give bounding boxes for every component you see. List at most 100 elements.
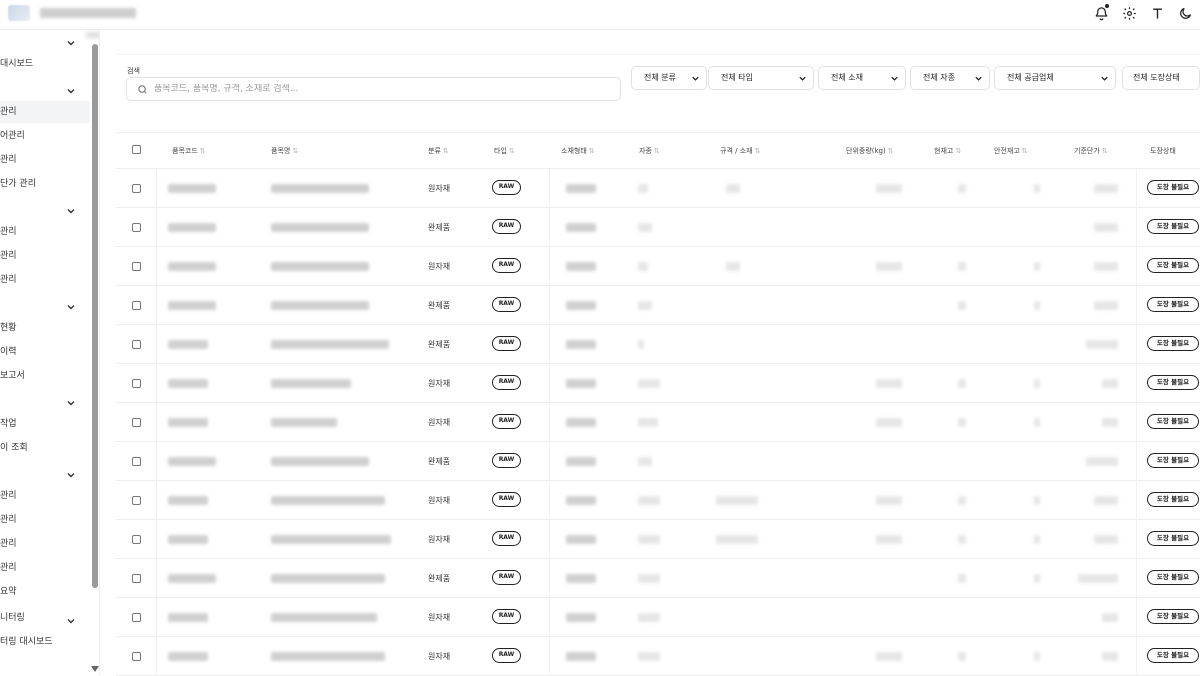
row-checkbox[interactable] xyxy=(132,340,141,349)
table-row[interactable]: 원자재 RAW 도장 불필요 xyxy=(116,598,1200,637)
sidebar-item[interactable]: 작업 xyxy=(0,413,90,435)
sidebar-group-header[interactable] xyxy=(0,461,90,483)
material-filter-select[interactable]: 전체 소재 xyxy=(818,66,906,90)
row-checkbox[interactable] xyxy=(132,535,141,544)
supplier-filter-select[interactable]: 전체 공급업체 xyxy=(994,66,1116,90)
sidebar-item[interactable]: 요약 xyxy=(0,581,90,603)
sort-icon[interactable]: ⇅ xyxy=(654,147,660,155)
sidebar-item[interactable]: 어관리 xyxy=(0,125,90,147)
sidebar-group-header[interactable] xyxy=(0,197,90,219)
sidebar-scrollbar[interactable] xyxy=(92,44,98,588)
dark-mode-icon[interactable] xyxy=(1176,4,1194,22)
bell-icon[interactable] xyxy=(1092,4,1110,22)
search-box[interactable] xyxy=(126,77,621,101)
column-header[interactable]: 도장상태 xyxy=(1150,146,1176,156)
row-checkbox[interactable] xyxy=(132,184,141,193)
row-checkbox[interactable] xyxy=(132,652,141,661)
type-badge: RAW xyxy=(492,609,521,624)
table-row[interactable]: 완제품 RAW 도장 불필요 xyxy=(116,442,1200,481)
sidebar-item[interactable]: 관리 xyxy=(0,485,90,507)
sidebar-item[interactable]: 이 조회 xyxy=(0,437,90,459)
table-row[interactable]: 원자재 RAW 도장 불필요 xyxy=(116,637,1200,676)
row-checkbox[interactable] xyxy=(132,418,141,427)
table-row[interactable]: 완제품 RAW 도장 불필요 xyxy=(116,208,1200,247)
select-all-checkbox[interactable] xyxy=(132,145,141,154)
sidebar-item[interactable]: 보고서 xyxy=(0,365,90,387)
table-row[interactable]: 원자재 RAW 도장 불필요 xyxy=(116,481,1200,520)
row-checkbox[interactable] xyxy=(132,379,141,388)
sidebar-item[interactable]: 관리 xyxy=(0,221,90,243)
row-checkbox[interactable] xyxy=(132,262,141,271)
redacted-cell xyxy=(638,418,658,427)
sidebar-item[interactable]: 관리 xyxy=(0,557,90,579)
row-checkbox[interactable] xyxy=(132,457,141,466)
sort-icon[interactable]: ⇅ xyxy=(955,147,961,155)
table-row[interactable]: 원자재 RAW 도장 불필요 xyxy=(116,169,1200,208)
sort-icon[interactable]: ⇅ xyxy=(1102,147,1108,155)
redacted-cell xyxy=(638,574,660,583)
sort-icon[interactable]: ⇅ xyxy=(443,147,449,155)
sort-icon[interactable]: ⇅ xyxy=(1022,147,1028,155)
column-header[interactable]: 타입 ⇅ xyxy=(494,146,515,156)
redacted-cell xyxy=(1034,574,1040,583)
row-checkbox[interactable] xyxy=(132,223,141,232)
sort-icon[interactable]: ⇅ xyxy=(755,147,761,155)
sidebar-item[interactable]: 관리 xyxy=(0,245,90,267)
row-checkbox[interactable] xyxy=(132,301,141,310)
sidebar-item[interactable]: 터링 대시보드 xyxy=(0,631,90,653)
column-header[interactable]: 규격 / 소재 ⇅ xyxy=(720,146,760,156)
redacted-cell xyxy=(958,262,966,271)
column-header[interactable]: 단위중량(kg) ⇅ xyxy=(846,146,894,156)
sidebar-item[interactable]: 대시보드 xyxy=(0,53,90,75)
sidebar-group-header[interactable] xyxy=(0,30,90,51)
sidebar-group-header[interactable] xyxy=(0,293,90,315)
text-size-icon[interactable] xyxy=(1148,4,1166,22)
scroll-down-arrow-icon[interactable] xyxy=(90,658,99,672)
redacted-cell xyxy=(958,496,966,505)
sidebar-group-header[interactable] xyxy=(0,389,90,411)
sort-icon[interactable]: ⇅ xyxy=(509,147,515,155)
table-row[interactable]: 완제품 RAW 도장 불필요 xyxy=(116,559,1200,598)
table-row[interactable]: 원자재 RAW 도장 불필요 xyxy=(116,520,1200,559)
table-row[interactable]: 완제품 RAW 도장 불필요 xyxy=(116,325,1200,364)
category-filter-select[interactable]: 전체 분류 xyxy=(631,66,707,90)
table-row[interactable]: 원자재 RAW 도장 불필요 xyxy=(116,364,1200,403)
search-input[interactable] xyxy=(154,84,594,94)
column-header[interactable]: 분류 ⇅ xyxy=(428,146,449,156)
column-header[interactable]: 안전재고 ⇅ xyxy=(994,146,1028,156)
sort-icon[interactable]: ⇅ xyxy=(888,147,894,155)
column-header[interactable]: 기준단가 ⇅ xyxy=(1074,146,1108,156)
table-row[interactable]: 원자재 RAW 도장 불필요 xyxy=(116,247,1200,286)
sidebar-item[interactable]: 단가 관리 xyxy=(0,173,90,195)
sidebar-item[interactable]: 이력 xyxy=(0,341,90,363)
sidebar-item[interactable]: 관리 xyxy=(0,101,90,123)
sidebar-group-header[interactable]: 니터링 xyxy=(0,607,90,629)
sort-icon[interactable]: ⇅ xyxy=(292,147,298,155)
column-header[interactable]: 현재고 ⇅ xyxy=(934,146,961,156)
sort-icon[interactable]: ⇅ xyxy=(200,147,206,155)
row-checkbox[interactable] xyxy=(132,574,141,583)
app-logo[interactable] xyxy=(8,5,30,21)
sidebar-item[interactable]: 관리 xyxy=(0,509,90,531)
row-checkbox[interactable] xyxy=(132,496,141,505)
redacted-cell xyxy=(566,223,596,232)
paint-status-filter-select[interactable]: 전체 도장상태 xyxy=(1122,66,1200,90)
sidebar-item[interactable]: 관리 xyxy=(0,533,90,555)
table-row[interactable]: 완제품 RAW 도장 불필요 xyxy=(116,286,1200,325)
row-checkbox[interactable] xyxy=(132,613,141,622)
type-badge: RAW xyxy=(492,297,521,312)
sidebar-item[interactable]: 현황 xyxy=(0,317,90,339)
gear-icon[interactable] xyxy=(1120,4,1138,22)
sidebar-item[interactable]: 관리 xyxy=(0,149,90,171)
sidebar-item[interactable]: 관리 xyxy=(0,269,90,291)
column-header[interactable]: 소재형태 ⇅ xyxy=(561,146,595,156)
type-badge: RAW xyxy=(492,336,521,351)
column-header[interactable]: 품목코드 ⇅ xyxy=(172,146,206,156)
table-row[interactable]: 원자재 RAW 도장 불필요 xyxy=(116,403,1200,442)
steel-grade-filter-select[interactable]: 전체 자종 xyxy=(910,66,990,90)
column-header[interactable]: 자종 ⇅ xyxy=(639,146,660,156)
column-header[interactable]: 품목명 ⇅ xyxy=(271,146,298,156)
type-filter-select[interactable]: 전체 타입 xyxy=(708,66,814,90)
sidebar-group-header[interactable] xyxy=(0,77,90,99)
sort-icon[interactable]: ⇅ xyxy=(589,147,595,155)
